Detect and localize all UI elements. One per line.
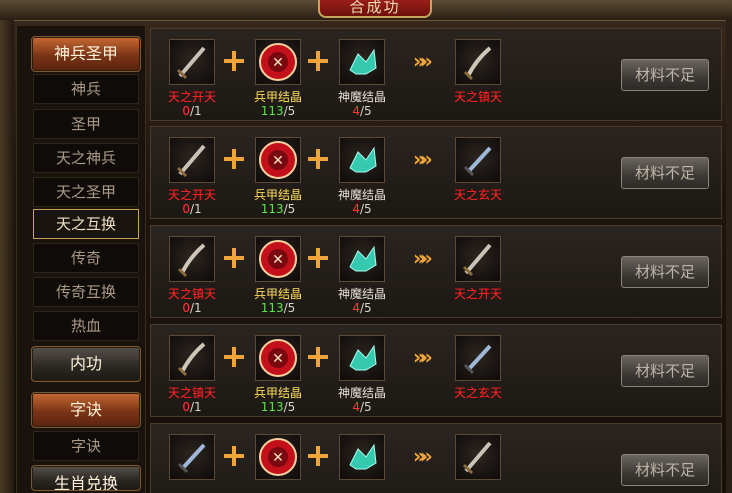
- ingredient-name: 神魔结晶: [337, 90, 386, 104]
- ingredient-count: 113/5: [260, 104, 296, 118]
- blade-icon[interactable]: [455, 39, 501, 85]
- gem-shard-icon[interactable]: [339, 335, 385, 381]
- result-arrow-icon: »»: [413, 49, 433, 73]
- category-zijue[interactable]: 字诀: [31, 392, 141, 428]
- plus-icon: [307, 345, 329, 369]
- sword-icon[interactable]: [455, 434, 501, 480]
- gem-shard-icon[interactable]: [339, 137, 385, 183]
- ingredient-count: 113/5: [260, 301, 296, 315]
- sidebar-item-chuanqi[interactable]: 传奇: [33, 243, 139, 273]
- ingredient-name: 天之镇天: [167, 287, 216, 301]
- craft-button[interactable]: 材料不足: [621, 157, 709, 189]
- sword-icon[interactable]: [169, 137, 215, 183]
- crystal-orb-icon[interactable]: ✕: [255, 39, 301, 85]
- ingredient-count: 113/5: [260, 202, 296, 216]
- plus-icon: [223, 246, 245, 270]
- sidebar-item-tian-shengjia[interactable]: 天之圣甲: [33, 177, 139, 207]
- right-border: [726, 20, 732, 493]
- plus-icon: [307, 49, 329, 73]
- left-border: [0, 20, 14, 493]
- craft-button[interactable]: 材料不足: [621, 355, 709, 387]
- category-shengxiao-duihuan[interactable]: 生肖兑换: [31, 465, 141, 491]
- gem-shard-icon[interactable]: [339, 236, 385, 282]
- recipe-list: 天之开天 0/1 ✕ 兵甲结晶 113/5 神魔结晶 4/5 »» 天之镇天 材…: [150, 28, 724, 493]
- result-arrow-icon: »»: [413, 444, 433, 468]
- sidebar-item-chuanqi-huhuan[interactable]: 传奇互换: [33, 277, 139, 307]
- svg-text:✕: ✕: [272, 55, 284, 71]
- recipe-row: ✕ »» 材料不足: [150, 423, 722, 493]
- ingredient-name: 神魔结晶: [337, 188, 386, 202]
- result-name: 天之玄天: [453, 386, 502, 400]
- result-name: 天之镇天: [453, 90, 502, 104]
- sword-icon[interactable]: [169, 39, 215, 85]
- sidebar-item-rexue[interactable]: 热血: [33, 311, 139, 341]
- recipe-row: 天之开天 0/1 ✕ 兵甲结晶 113/5 神魔结晶 4/5 »» 天之镇天 材…: [150, 28, 722, 121]
- ingredient-name: 兵甲结晶: [253, 386, 302, 400]
- crystal-orb-icon[interactable]: ✕: [255, 434, 301, 480]
- craft-button[interactable]: 材料不足: [621, 454, 709, 486]
- gem-shard-icon[interactable]: [339, 434, 385, 480]
- svg-text:✕: ✕: [272, 153, 284, 169]
- crystal-orb-icon[interactable]: ✕: [255, 236, 301, 282]
- ingredient-count: 4/5: [352, 104, 372, 118]
- synthesis-window: 合成功 神兵圣甲 神兵 圣甲 天之神兵 天之圣甲 天之互换 传奇 传奇互换 热血…: [0, 0, 732, 493]
- plus-icon: [307, 246, 329, 270]
- svg-text:✕: ✕: [272, 351, 284, 367]
- ingredient-name: 神魔结晶: [337, 386, 386, 400]
- svg-text:✕: ✕: [272, 252, 284, 268]
- sword-icon[interactable]: [455, 335, 501, 381]
- category-sidebar: 神兵圣甲 神兵 圣甲 天之神兵 天之圣甲 天之互换 传奇 传奇互换 热血 内功 …: [16, 26, 146, 493]
- sword-icon[interactable]: [169, 434, 215, 480]
- blade-icon[interactable]: [169, 236, 215, 282]
- recipe-row: 天之镇天 0/1 ✕ 兵甲结晶 113/5 神魔结晶 4/5 »» 天之开天 材…: [150, 225, 722, 318]
- ingredient-name: 兵甲结晶: [253, 287, 302, 301]
- ingredient-count: 0/1: [182, 400, 202, 414]
- gem-shard-icon[interactable]: [339, 39, 385, 85]
- sidebar-item-zijue[interactable]: 字诀: [33, 431, 139, 461]
- blade-icon[interactable]: [169, 335, 215, 381]
- svg-text:✕: ✕: [272, 450, 284, 466]
- result-arrow-icon: »»: [413, 345, 433, 369]
- craft-button[interactable]: 材料不足: [621, 59, 709, 91]
- ingredient-name: 兵甲结晶: [253, 90, 302, 104]
- plus-icon: [223, 49, 245, 73]
- ingredient-count: 0/1: [182, 301, 202, 315]
- sidebar-item-tian-huhuan[interactable]: 天之互换: [33, 209, 139, 239]
- sidebar-item-shengjia[interactable]: 圣甲: [33, 109, 139, 139]
- ingredient-name: 天之镇天: [167, 386, 216, 400]
- ingredient-count: 4/5: [352, 301, 372, 315]
- sidebar-item-shenbing[interactable]: 神兵: [33, 74, 139, 104]
- result-name: 天之玄天: [453, 188, 502, 202]
- result-arrow-icon: »»: [413, 246, 433, 270]
- window-title: 合成功: [318, 0, 432, 18]
- sword-icon[interactable]: [455, 137, 501, 183]
- ingredient-count: 0/1: [182, 104, 202, 118]
- crystal-orb-icon[interactable]: ✕: [255, 137, 301, 183]
- crystal-orb-icon[interactable]: ✕: [255, 335, 301, 381]
- category-shenbing-shengjia[interactable]: 神兵圣甲: [31, 36, 141, 72]
- plus-icon: [223, 444, 245, 468]
- plus-icon: [223, 345, 245, 369]
- ingredient-count: 4/5: [352, 400, 372, 414]
- plus-icon: [307, 147, 329, 171]
- sword-icon[interactable]: [455, 236, 501, 282]
- result-arrow-icon: »»: [413, 147, 433, 171]
- ingredient-name: 兵甲结晶: [253, 188, 302, 202]
- ingredient-count: 4/5: [352, 202, 372, 216]
- ingredient-name: 天之开天: [167, 90, 216, 104]
- recipe-row: 天之开天 0/1 ✕ 兵甲结晶 113/5 神魔结晶 4/5 »» 天之玄天 材…: [150, 126, 722, 219]
- ingredient-count: 0/1: [182, 202, 202, 216]
- recipe-row: 天之镇天 0/1 ✕ 兵甲结晶 113/5 神魔结晶 4/5 »» 天之玄天 材…: [150, 324, 722, 417]
- ingredient-name: 神魔结晶: [337, 287, 386, 301]
- ingredient-count: 113/5: [260, 400, 296, 414]
- plus-icon: [223, 147, 245, 171]
- sidebar-item-tian-shenbing[interactable]: 天之神兵: [33, 143, 139, 173]
- craft-button[interactable]: 材料不足: [621, 256, 709, 288]
- category-neigong[interactable]: 内功: [31, 346, 141, 382]
- ingredient-name: 天之开天: [167, 188, 216, 202]
- plus-icon: [307, 444, 329, 468]
- result-name: 天之开天: [453, 287, 502, 301]
